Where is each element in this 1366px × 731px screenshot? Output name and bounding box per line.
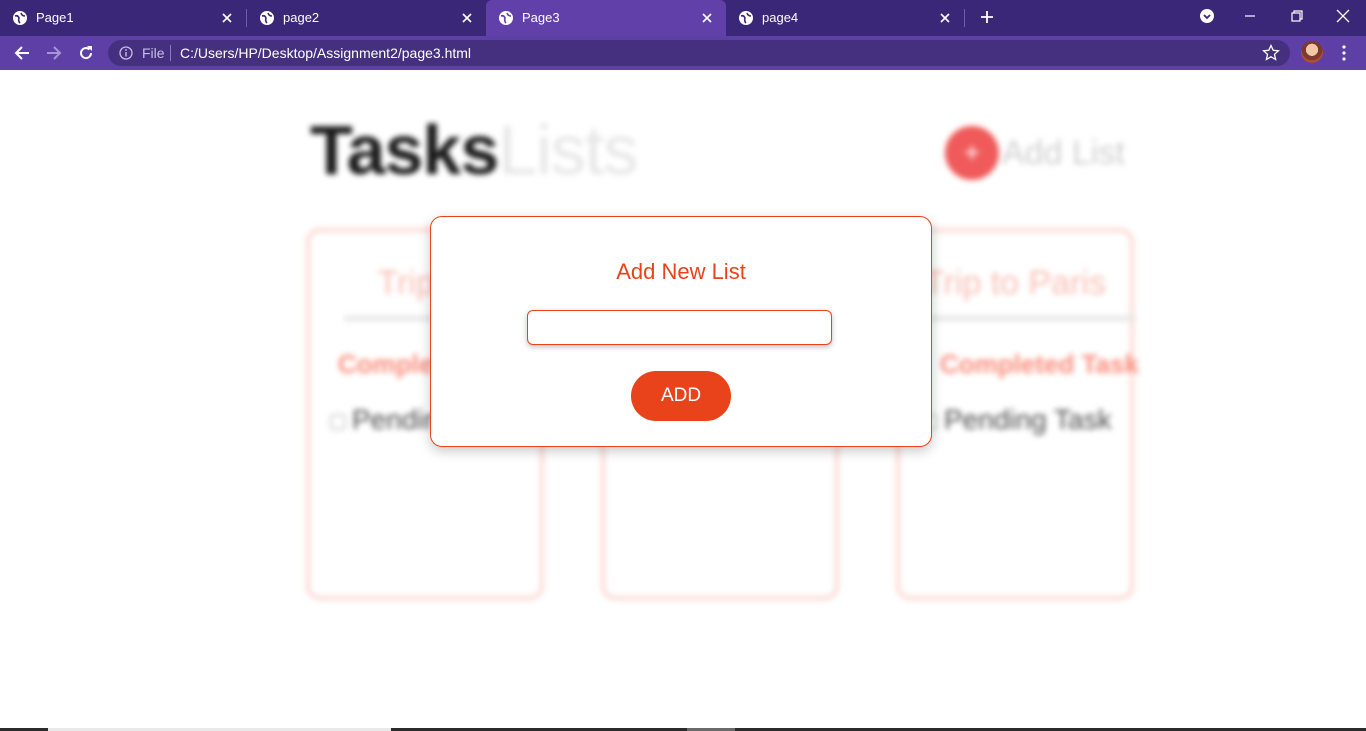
arrow-left-icon (14, 46, 29, 60)
tab-search-button[interactable] (1195, 4, 1219, 28)
restore-button[interactable] (1285, 4, 1309, 28)
add-list-button: + (945, 126, 999, 180)
star-icon[interactable] (1262, 44, 1280, 62)
arrow-right-icon (47, 46, 62, 60)
close-icon[interactable] (936, 9, 954, 27)
tab-title: page2 (283, 10, 320, 25)
minimize-button[interactable] (1238, 4, 1262, 28)
close-icon[interactable] (458, 9, 476, 27)
new-tab-button[interactable] (976, 6, 998, 28)
tab-title: Page3 (522, 10, 560, 25)
tab-strip: Page1 page2 Page3 page4 (0, 0, 1366, 36)
tab-title: Page1 (36, 10, 74, 25)
chevron-down-circle-icon (1200, 9, 1214, 23)
add-list-label: Add List (1002, 134, 1125, 172)
url-text[interactable]: C:/Users/HP/Desktop/Assignment2/page3.ht… (180, 45, 471, 61)
close-icon[interactable] (698, 9, 716, 27)
modal-title: Add New List (616, 259, 746, 284)
tab-separator (964, 9, 965, 27)
minimize-icon (1245, 15, 1255, 17)
page-title: TasksLists (310, 110, 638, 190)
address-divider (170, 45, 171, 61)
globe-icon (739, 11, 753, 25)
add-button[interactable]: ADD (631, 371, 731, 421)
tab-page2[interactable]: page2 (247, 0, 486, 36)
title-bold: Tasks (310, 111, 499, 189)
title-light: Lists (498, 111, 638, 189)
list-divider (900, 316, 1136, 321)
browser-menu-button[interactable] (1334, 41, 1354, 65)
globe-icon (13, 11, 27, 25)
globe-icon (499, 11, 513, 25)
list-name-input[interactable] (527, 310, 832, 345)
add-list-modal: Add New List ADD (430, 216, 932, 447)
profile-avatar[interactable] (1301, 41, 1323, 63)
reload-button[interactable] (74, 41, 98, 65)
browser-toolbar: File C:/Users/HP/Desktop/Assignment2/pag… (0, 36, 1366, 70)
list-title: Trip to Paris (923, 264, 1106, 302)
back-button[interactable] (10, 41, 34, 65)
restore-icon (1291, 10, 1303, 22)
page-viewport: TasksLists + Add List Trip to Completed … (0, 70, 1366, 728)
close-icon (1336, 9, 1350, 23)
tab-page4[interactable]: page4 (726, 0, 964, 36)
close-icon[interactable] (218, 9, 236, 27)
plus-icon: + (963, 137, 981, 168)
completed-label: Completed Task (940, 349, 1139, 379)
info-icon[interactable] (119, 46, 133, 60)
globe-icon (260, 11, 274, 25)
scheme-label: File (142, 45, 165, 61)
tab-page1[interactable]: Page1 (0, 0, 246, 36)
pending-label: Pending Task (944, 404, 1112, 435)
reload-icon (80, 46, 93, 60)
address-bar[interactable]: File C:/Users/HP/Desktop/Assignment2/pag… (108, 40, 1290, 66)
plus-icon (981, 11, 993, 23)
tab-page3[interactable]: Page3 (486, 0, 726, 36)
tab-title: page4 (762, 10, 799, 25)
window-close-button[interactable] (1331, 4, 1355, 28)
checkbox (330, 413, 346, 430)
pending-item: Pending Task (922, 404, 1112, 436)
more-vert-icon (1342, 45, 1346, 61)
forward-button[interactable] (42, 41, 66, 65)
